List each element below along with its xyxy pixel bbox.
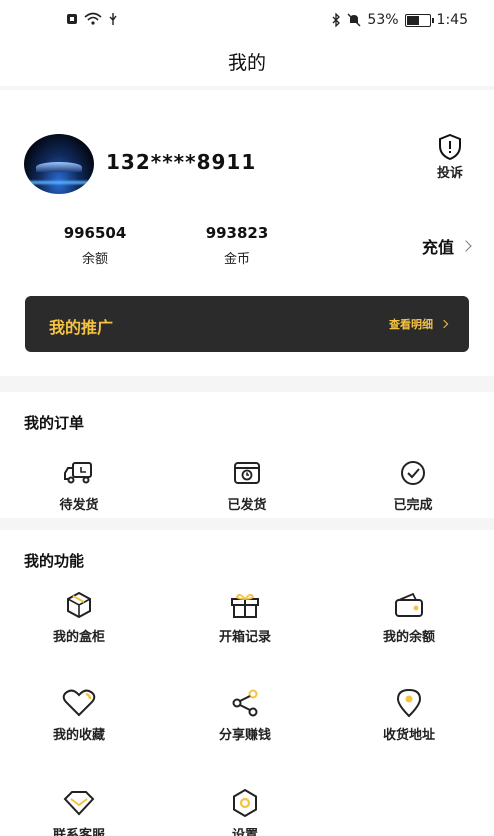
balance-stat[interactable]: 996504 余额 [40, 224, 150, 267]
cube-icon [62, 590, 96, 620]
promo-label: 我的推广 [49, 318, 114, 337]
order-completed-label: 已完成 [393, 498, 433, 513]
order-shipped-label: 已发货 [227, 498, 267, 513]
profile-card: 132****8911 投诉 996504 余额 993823 金币 充值 我的… [0, 90, 494, 376]
promo-detail-label: 查看明细 [389, 318, 433, 331]
balance-label: 余额 [81, 252, 108, 267]
order-completed[interactable]: 已完成 [358, 458, 468, 513]
wallet-icon [392, 590, 426, 620]
func-my-balance-label: 我的余额 [382, 630, 435, 645]
status-time: 1:45 [436, 12, 468, 28]
order-pending-ship-label: 待发货 [59, 498, 99, 513]
box-clock-icon [230, 458, 264, 488]
battery-percent: 53% [367, 12, 399, 28]
func-contact-service-label: 联系客服 [52, 828, 105, 836]
usb-icon [109, 13, 117, 25]
orders-section: 我的订单 待发货 已发货 已完成 [0, 392, 494, 518]
chevron-right-icon [439, 319, 449, 329]
status-right-icons: 53% 1:45 [331, 12, 468, 28]
func-unbox-records-label: 开箱记录 [218, 630, 271, 645]
order-shipped[interactable]: 已发货 [192, 458, 302, 513]
promo-detail-link[interactable]: 查看明细 [389, 316, 449, 332]
complain-button[interactable]: 投诉 [430, 133, 470, 181]
recharge-label: 充值 [421, 238, 454, 257]
balance-value: 996504 [63, 224, 127, 242]
bluetooth-icon [332, 13, 341, 27]
notification-icon [67, 14, 77, 24]
complain-label: 投诉 [436, 166, 463, 181]
wifi-icon [84, 12, 102, 25]
mute-icon [347, 13, 361, 27]
user-phone: 132****8911 [106, 150, 257, 174]
battery-icon [404, 13, 434, 27]
avatar[interactable] [24, 134, 94, 194]
func-favorites-label: 我的收藏 [52, 728, 105, 743]
functions-title: 我的功能 [24, 552, 85, 570]
func-settings[interactable]: 设置 [190, 788, 300, 836]
gift-icon [228, 590, 262, 620]
heart-icon [62, 688, 96, 718]
page-title: 我的 [227, 52, 266, 74]
func-shipping-address-label: 收货地址 [382, 728, 435, 743]
settings-icon [228, 788, 262, 818]
share-icon [228, 688, 262, 718]
func-settings-label: 设置 [231, 828, 258, 836]
func-shipping-address[interactable]: 收货地址 [354, 688, 464, 743]
func-contact-service[interactable]: 联系客服 [24, 788, 134, 836]
coins-value: 993823 [205, 224, 269, 242]
func-share-earn[interactable]: 分享赚钱 [190, 688, 300, 743]
truck-icon [62, 458, 96, 488]
recharge-button[interactable]: 充值 [421, 234, 472, 258]
func-my-cabinet-label: 我的盒柜 [52, 630, 105, 645]
coins-label: 金币 [223, 252, 250, 267]
check-circle-icon [396, 458, 430, 488]
diamond-icon [62, 788, 96, 818]
status-bar: 53% 1:45 [0, 0, 494, 44]
func-unbox-records[interactable]: 开箱记录 [190, 590, 300, 645]
location-icon [392, 688, 426, 718]
promo-banner[interactable]: 我的推广 查看明细 [25, 296, 469, 352]
shield-alert-icon [438, 133, 462, 161]
func-my-balance[interactable]: 我的余额 [354, 590, 464, 645]
func-my-cabinet[interactable]: 我的盒柜 [24, 590, 134, 645]
func-share-earn-label: 分享赚钱 [218, 728, 271, 743]
coins-stat[interactable]: 993823 金币 [182, 224, 292, 267]
chevron-right-icon [460, 240, 472, 252]
func-favorites[interactable]: 我的收藏 [24, 688, 134, 743]
functions-section: 我的功能 我的盒柜 开箱记录 我的余额 我的收藏 分享赚钱 收货地址 联系客服 … [0, 530, 494, 836]
nav-bar: 我的 [0, 44, 494, 86]
order-pending-ship[interactable]: 待发货 [24, 458, 134, 513]
orders-title: 我的订单 [24, 414, 85, 432]
status-left-icons [66, 12, 118, 26]
